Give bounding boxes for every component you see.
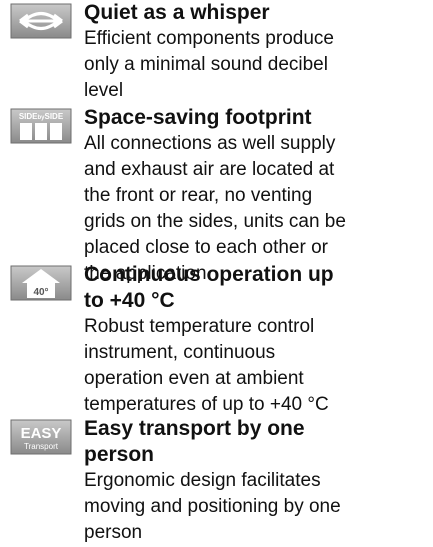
temperature-icon-text: 40° — [33, 287, 48, 298]
feature-easy-transport: EASY Transport Easy transport by one per… — [10, 416, 425, 546]
temperature-40-icon: 40° — [10, 265, 72, 301]
easy-icon-text: EASY — [21, 425, 62, 442]
side-by-side-icon: SIDEbySIDE — [10, 108, 72, 144]
feature-title: Space-saving footprint — [84, 106, 312, 129]
feature-space-saving: SIDEbySIDE Space-saving footprint All co… — [10, 105, 425, 287]
quiet-operation-icon — [10, 3, 72, 39]
feature-continuous-operation: 40° Continuous operation up to +40 °C Ro… — [10, 262, 425, 418]
easy-transport-icon: EASY Transport — [10, 419, 72, 455]
feature-title: Continuous operation up to +40 °C — [84, 263, 334, 312]
feature-description: Robust temperature control instrument, c… — [84, 316, 329, 415]
feature-title: Easy transport by one person — [84, 417, 305, 466]
transport-icon-text: Transport — [24, 442, 59, 451]
feature-quiet: Quiet as a whisper Efficient components … — [10, 0, 425, 104]
feature-description: Efficient components produce only a mini… — [84, 28, 334, 101]
feature-title: Quiet as a whisper — [84, 1, 270, 24]
feature-description: Ergonomic design facilitates moving and … — [84, 470, 341, 543]
